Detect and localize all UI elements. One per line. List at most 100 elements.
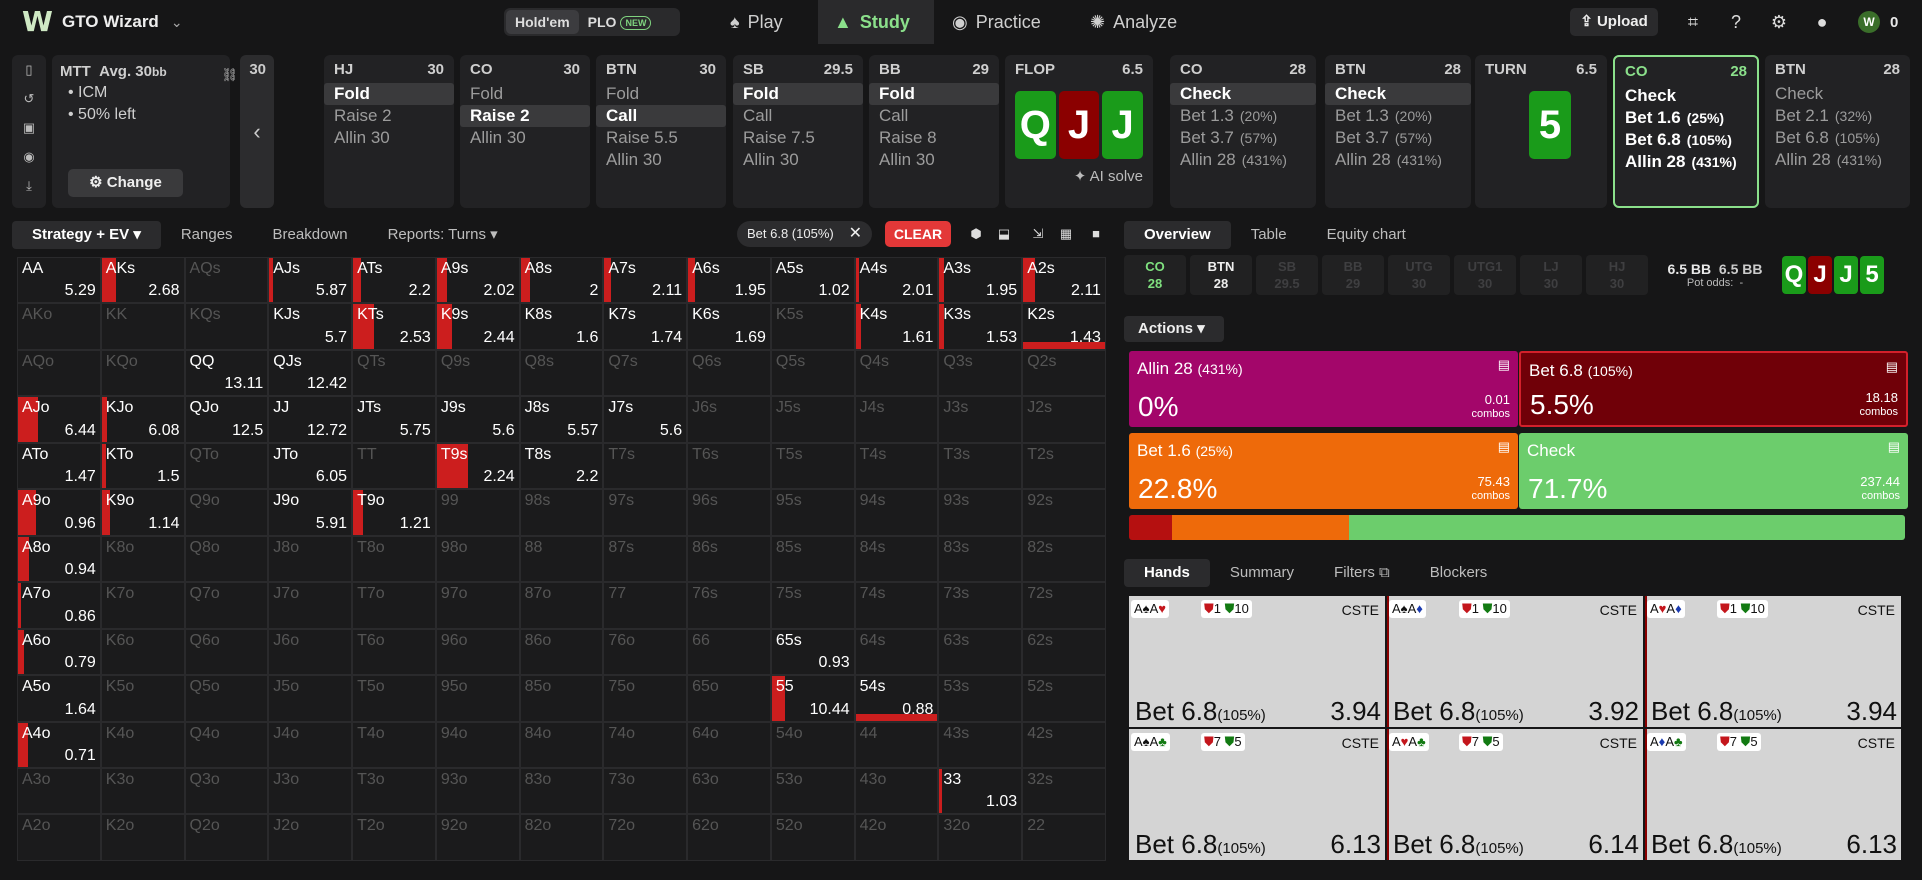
hand-cell[interactable]: 84o — [519, 721, 604, 768]
hand-cell[interactable]: J4s — [854, 396, 939, 443]
hand-cell[interactable]: J8s 5.57 — [519, 396, 604, 443]
tab-breakdown[interactable]: Breakdown — [253, 221, 368, 249]
hand-cell[interactable]: A9s 2.02 — [435, 257, 520, 304]
hand-cell[interactable]: A5s 1.02 — [770, 257, 855, 304]
hand-cell[interactable]: Q9o — [184, 489, 269, 536]
action-option[interactable]: Bet 1.6 (25%) — [1615, 107, 1757, 129]
action-option[interactable]: Fold — [733, 83, 863, 105]
action-option[interactable]: Raise 7.5 — [733, 127, 863, 149]
action-option[interactable]: Allin 30 — [460, 127, 590, 149]
nav-study[interactable]: ▲ Study — [818, 0, 934, 44]
hand-cell[interactable]: K6o — [100, 628, 185, 676]
hand-cell[interactable]: KJo 6.08 — [100, 396, 185, 443]
hand-cell[interactable]: KTo 1.5 — [100, 442, 185, 490]
hand-cell[interactable]: 72o — [603, 814, 688, 861]
hand-cell[interactable]: 73s — [938, 582, 1023, 629]
grid-icon[interactable]: ▦ — [1054, 222, 1078, 246]
hand-card[interactable]: A♠A♥ ⛊1 ⛊10 CSTE Bet 6.8(105%) 3.94 — [1129, 596, 1385, 727]
hand-cell[interactable]: 76s — [687, 582, 771, 629]
hand-cell[interactable]: A2o — [17, 814, 101, 861]
hand-cell[interactable]: T2s — [1022, 442, 1106, 490]
nav-analyze[interactable]: ✺ Analyze — [1090, 0, 1210, 44]
hand-cell[interactable]: A6o 0.79 — [17, 628, 101, 676]
hand-cell[interactable]: 42o — [854, 814, 939, 861]
hand-cell[interactable]: K5s — [770, 303, 855, 350]
hand-card[interactable]: A♥A♣ ⛊7 ⛊5 CSTE Bet 6.8(105%) 6.14 — [1387, 729, 1643, 860]
hand-cell[interactable]: 98o — [435, 535, 520, 583]
action-option[interactable]: Allin 30 — [869, 149, 999, 171]
link-icon[interactable]: ⛓ — [221, 67, 238, 83]
hand-cell[interactable]: A3s 1.95 — [938, 257, 1023, 304]
hand-cell[interactable]: 55 10.44 — [770, 675, 855, 722]
position-card-btn[interactable]: BTN 30 Fold Call Raise 5.5 Allin 30 — [596, 55, 726, 208]
action-option[interactable]: Allin 28 (431%) — [1170, 149, 1316, 171]
hand-cell[interactable]: T8o — [352, 535, 436, 583]
hand-cell[interactable]: J4o — [268, 721, 353, 768]
hand-cell[interactable]: 43s — [938, 721, 1023, 768]
hand-cell[interactable]: AJs 5.87 — [268, 257, 353, 304]
hand-cell[interactable]: 75s — [770, 582, 855, 629]
tab-strategy-ev[interactable]: Strategy + EV ▾ — [12, 221, 161, 249]
hand-cell[interactable]: 74o — [603, 721, 688, 768]
hand-cell[interactable]: 76o — [603, 628, 688, 676]
action-option[interactable]: Call — [596, 105, 726, 127]
tab-equity-chart[interactable]: Equity chart — [1307, 221, 1426, 249]
hand-cell[interactable]: T2o — [352, 814, 436, 861]
hand-cell[interactable]: J7s 5.6 — [603, 396, 688, 443]
hand-cell[interactable]: J8o — [268, 535, 353, 583]
hand-cell[interactable]: 54o — [770, 721, 855, 768]
action-option[interactable]: Allin 28 (431%) — [1765, 149, 1910, 171]
hand-card[interactable]: A♦A♣ ⛊7 ⛊5 CSTE Bet 6.8(105%) 6.13 — [1645, 729, 1901, 860]
action-option[interactable]: Allin 30 — [324, 127, 454, 149]
hand-cell[interactable]: K4o — [100, 721, 185, 768]
hand-cell[interactable]: AJo 6.44 — [17, 396, 101, 443]
hand-cell[interactable]: QJo 12.5 — [184, 396, 269, 443]
hand-cell[interactable]: ATo 1.47 — [17, 442, 101, 490]
hand-cell[interactable]: 64o — [687, 721, 771, 768]
flop-action-card-btn[interactable]: BTN 28 Check Bet 1.3 (20%) Bet 3.7 (57%) Allin … — [1325, 55, 1471, 208]
logo[interactable]: W — [22, 7, 53, 37]
hand-cell[interactable]: T4o — [352, 721, 436, 768]
action-option[interactable]: Check — [1325, 83, 1471, 105]
hand-cell[interactable]: 32o — [938, 814, 1023, 861]
hand-cell[interactable]: 84s — [854, 535, 939, 583]
gamepad-icon[interactable]: ◉ — [12, 142, 46, 171]
hand-cell[interactable]: J5o — [268, 675, 353, 722]
hand-cell[interactable]: K9s 2.44 — [435, 303, 520, 350]
hand-cell[interactable]: 43o — [854, 767, 939, 815]
flop-action-card-co[interactable]: CO 28 Check Bet 1.3 (20%) Bet 3.7 (57%) Allin 2… — [1170, 55, 1316, 208]
hand-cell[interactable]: K4s 1.61 — [854, 303, 939, 350]
close-icon[interactable]: ✕ — [849, 221, 862, 247]
hand-cell[interactable]: 64s — [854, 628, 939, 676]
hand-cell[interactable]: K3o — [100, 767, 185, 815]
tab-table[interactable]: Table — [1231, 221, 1307, 249]
nav-play[interactable]: ♠ Play — [718, 0, 816, 44]
hand-cell[interactable]: Q7o — [184, 582, 269, 629]
hand-cell[interactable]: K2o — [100, 814, 185, 861]
details-icon[interactable]: ▤ — [1888, 439, 1900, 455]
hand-cell[interactable]: AKs 2.68 — [100, 257, 185, 304]
scan-icon[interactable]: ⌗ — [1681, 10, 1705, 34]
action-option[interactable]: Check — [1170, 83, 1316, 105]
tab-blockers[interactable]: Blockers — [1410, 559, 1508, 587]
hand-cell[interactable]: Q2s — [1022, 349, 1106, 397]
ai-solve-button[interactable]: ✦ AI solve — [1015, 167, 1143, 185]
hand-card[interactable]: A♠A♣ ⛊7 ⛊5 CSTE Bet 6.8(105%) 6.13 — [1129, 729, 1385, 860]
action-box[interactable]: Check 71.7% 237.44 combos ▤ — [1519, 433, 1908, 509]
action-option[interactable]: Allin 28 (431%) — [1615, 151, 1757, 173]
hand-cell[interactable]: Q8o — [184, 535, 269, 583]
details-icon[interactable]: ▤ — [1886, 359, 1898, 375]
hand-cell[interactable]: Q6o — [184, 628, 269, 676]
hand-cell[interactable]: 87s — [603, 535, 688, 583]
tab-ranges[interactable]: Ranges — [161, 221, 253, 249]
hand-cell[interactable]: T7o — [352, 582, 436, 629]
action-box[interactable]: Allin 28 (431%) 0% 0.01 combos ▤ — [1129, 351, 1518, 427]
hand-cell[interactable]: QQ 13.11 — [184, 349, 269, 397]
hand-cell[interactable]: 97o — [435, 582, 520, 629]
pos-chip[interactable]: LJ 30 — [1520, 255, 1582, 295]
action-option[interactable]: Call — [733, 105, 863, 127]
hand-cell[interactable]: A6s 1.95 — [687, 257, 771, 304]
tab-summary[interactable]: Summary — [1210, 559, 1314, 587]
hand-cell[interactable]: K3s 1.53 — [938, 303, 1023, 350]
action-option[interactable]: Bet 3.7 (57%) — [1170, 127, 1316, 149]
